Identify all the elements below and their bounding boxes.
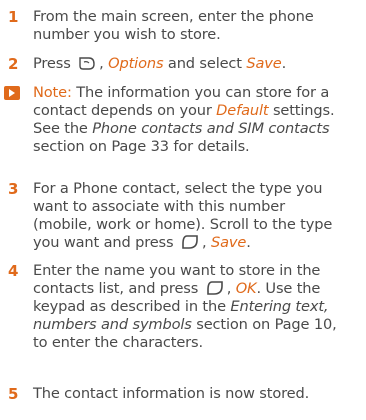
step-text: Press , Options and select Save.: [33, 55, 363, 73]
step-line: For a Phone contact, select the type you: [33, 180, 323, 197]
note-line: section on Page 33 for details.: [33, 138, 250, 155]
step-line: numbers and symbols section on Page 10,: [33, 316, 337, 333]
step-line: Enter the name you want to store in the: [33, 262, 321, 279]
step-line: keypad as described in the Entering text…: [33, 298, 329, 315]
step-text-suffix: .: [281, 55, 287, 72]
step-line: you want and press , Save.: [33, 234, 251, 251]
section-reference: Entering text,: [230, 298, 329, 315]
left-softkey-icon: [203, 280, 227, 296]
ok-link: OK: [235, 280, 257, 297]
note-line: Note: The information you can store for …: [33, 84, 330, 101]
step-text-middle: and select: [163, 55, 247, 72]
step-line: number you wish to store.: [33, 26, 221, 43]
instruction-document: 1 From the main screen, enter the phone …: [0, 0, 366, 420]
step-line: From the main screen, enter the phone: [33, 8, 314, 25]
step-line: want to associate with this number: [33, 198, 285, 215]
step-number: 4: [8, 262, 19, 280]
save-link: Save: [210, 234, 247, 251]
right-softkey-icon: [75, 55, 99, 71]
note-line: See the Phone contacts and SIM contacts: [33, 120, 330, 137]
step-number: 2: [8, 55, 19, 73]
step-line: The contact information is now stored.: [33, 385, 310, 402]
note-arrow-icon: [4, 86, 20, 100]
note-text: Note: The information you can store for …: [33, 84, 363, 156]
comma-separator: ,: [201, 234, 211, 251]
save-link: Save: [246, 55, 282, 72]
step-line: to enter the characters.: [33, 334, 203, 351]
section-reference: numbers and symbols: [33, 316, 192, 333]
step-line: (mobile, work or home). Scroll to the ty…: [33, 216, 333, 233]
comma-separator: ,: [99, 55, 109, 72]
step-text: For a Phone contact, select the type you…: [33, 180, 363, 252]
note-label: Note:: [33, 84, 72, 101]
step-line: contacts list, and press , OK. Use the: [33, 280, 321, 297]
step-line: Press , Options and select Save.: [33, 55, 363, 73]
section-reference: Phone contacts and SIM contacts: [92, 120, 330, 137]
note-line: contact depends on your Default settings…: [33, 102, 335, 119]
left-softkey-icon: [178, 234, 202, 250]
step-text: From the main screen, enter the phone nu…: [33, 8, 363, 44]
default-link: Default: [216, 102, 269, 119]
step-number: 5: [8, 385, 19, 403]
step-number: 3: [8, 180, 19, 198]
options-link: Options: [108, 55, 164, 72]
step-text: The contact information is now stored.: [33, 385, 363, 403]
step-text-prefix: Press: [33, 55, 71, 72]
step-text: Enter the name you want to store in the …: [33, 262, 363, 352]
step-number: 1: [8, 8, 19, 26]
comma-separator: ,: [226, 280, 236, 297]
